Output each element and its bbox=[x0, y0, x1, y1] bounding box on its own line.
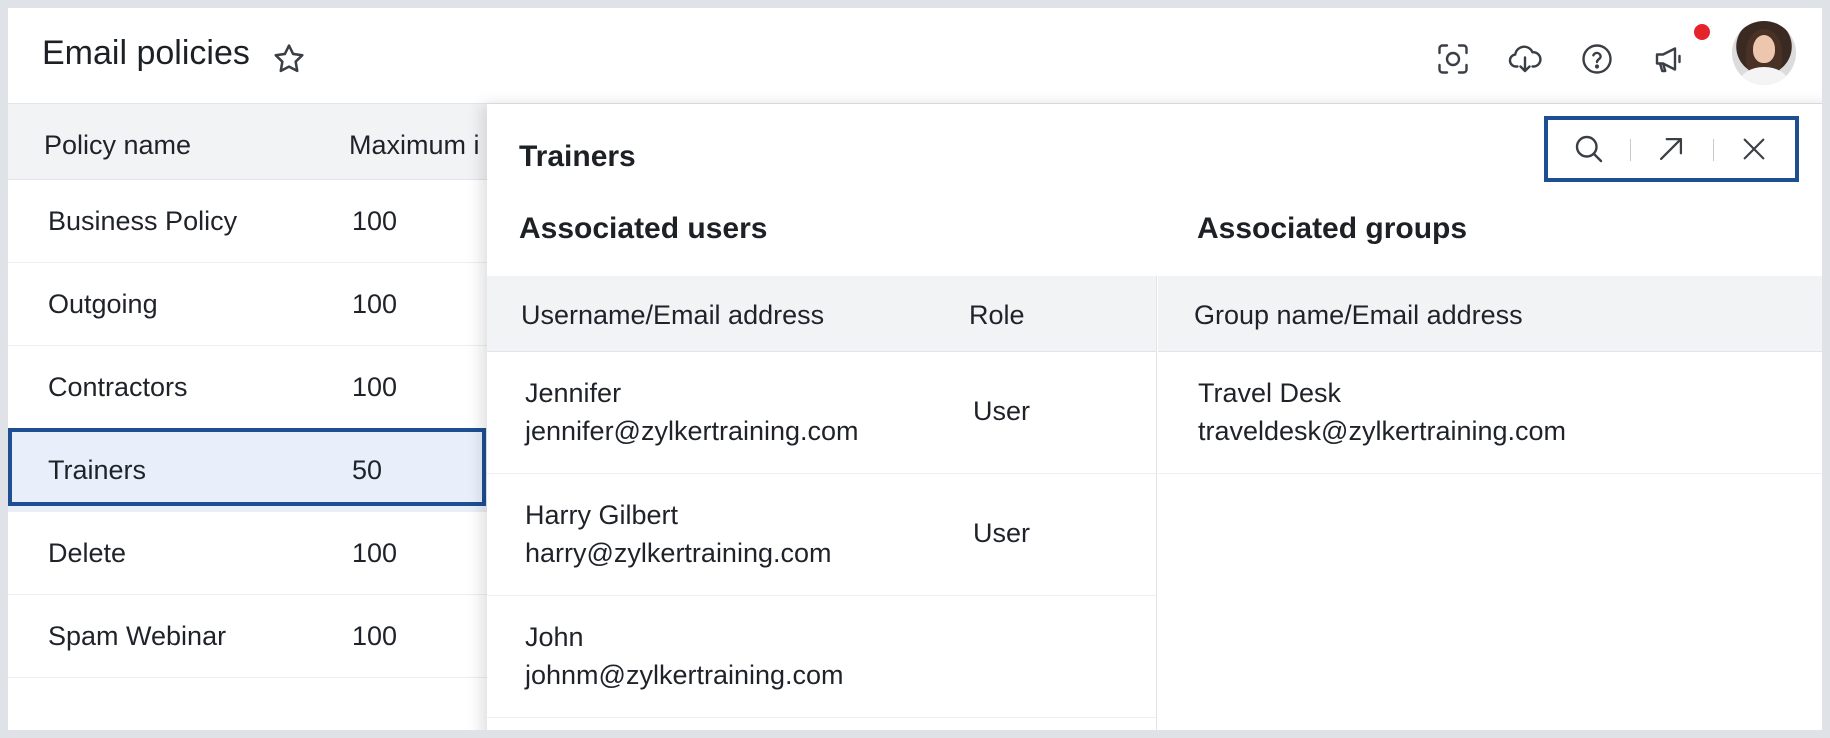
panel-title: Trainers bbox=[519, 140, 636, 173]
cloud-download-icon[interactable] bbox=[1504, 38, 1546, 80]
policy-row-spam-webinar[interactable]: Spam Webinar 100 bbox=[8, 595, 488, 678]
policies-table-header: Policy name Maximum i bbox=[8, 104, 488, 180]
policy-details-panel: Trainers Associated users Associated gro bbox=[487, 104, 1822, 730]
user-email: harry@zylkertraining.com bbox=[525, 538, 832, 568]
policy-row-contractors[interactable]: Contractors 100 bbox=[8, 346, 488, 429]
page-title: Email policies bbox=[42, 34, 250, 72]
policy-max: 100 bbox=[352, 206, 398, 236]
associated-groups-title: Associated groups bbox=[1197, 212, 1468, 245]
policy-row-business-policy[interactable]: Business Policy 100 bbox=[8, 180, 488, 263]
close-icon[interactable] bbox=[1712, 120, 1795, 178]
column-header-maximum[interactable]: Maximum i bbox=[349, 130, 480, 161]
notification-dot bbox=[1694, 24, 1710, 40]
avatar[interactable] bbox=[1732, 21, 1796, 85]
column-header-group-name: Group name/Email address bbox=[1194, 300, 1523, 330]
star-icon[interactable] bbox=[270, 40, 308, 78]
panel-toolbar bbox=[1544, 116, 1799, 182]
app-window: Email policies Policy name Maximum i Bus… bbox=[8, 8, 1822, 730]
group-name: Travel Desk bbox=[1198, 378, 1342, 408]
user-role: User bbox=[973, 518, 1031, 548]
policies-table: Policy name Maximum i Business Policy 10… bbox=[8, 104, 488, 678]
policy-max: 100 bbox=[352, 538, 398, 568]
policy-max: 100 bbox=[352, 621, 398, 651]
user-email: johnm@zylkertraining.com bbox=[525, 660, 844, 690]
search-icon[interactable] bbox=[1548, 120, 1630, 178]
associated-users-table: Username/Email address Role Jennifer jen… bbox=[487, 276, 1157, 730]
user-name: Harry Gilbert bbox=[525, 500, 679, 530]
screenshot-icon[interactable] bbox=[1432, 38, 1474, 80]
groups-table-header: Group name/Email address bbox=[1158, 276, 1822, 352]
user-name: John bbox=[525, 622, 584, 652]
column-header-role: Role bbox=[969, 300, 1025, 330]
associated-groups-table: Group name/Email address Travel Desk tra… bbox=[1158, 276, 1822, 730]
group-row[interactable]: Travel Desk traveldesk@zylkertraining.co… bbox=[1158, 352, 1822, 474]
announcement-icon[interactable] bbox=[1648, 38, 1690, 80]
policy-row-delete[interactable]: Delete 100 bbox=[8, 512, 488, 595]
user-row[interactable]: Jennifer jennifer@zylkertraining.com Use… bbox=[487, 352, 1156, 474]
user-name: Jennifer bbox=[525, 378, 622, 408]
expand-icon[interactable] bbox=[1630, 120, 1712, 178]
selected-row-highlight bbox=[8, 428, 486, 506]
column-header-username: Username/Email address bbox=[521, 300, 825, 330]
associated-users-title: Associated users bbox=[519, 212, 768, 245]
user-row[interactable]: Harry Gilbert harry@zylkertraining.com U… bbox=[487, 474, 1156, 596]
user-role: User bbox=[973, 396, 1031, 426]
page-header: Email policies bbox=[8, 8, 1822, 104]
policy-name: Contractors bbox=[48, 372, 188, 402]
policy-max: 100 bbox=[352, 372, 398, 402]
help-icon[interactable] bbox=[1576, 38, 1618, 80]
policy-row-outgoing[interactable]: Outgoing 100 bbox=[8, 263, 488, 346]
policy-name: Delete bbox=[48, 538, 127, 568]
policy-name: Spam Webinar bbox=[48, 621, 227, 651]
user-email: jennifer@zylkertraining.com bbox=[525, 416, 859, 446]
policy-name: Business Policy bbox=[48, 206, 238, 236]
group-email: traveldesk@zylkertraining.com bbox=[1198, 416, 1567, 446]
policy-name: Outgoing bbox=[48, 289, 158, 319]
users-table-header: Username/Email address Role bbox=[487, 276, 1156, 352]
column-header-policy-name[interactable]: Policy name bbox=[44, 130, 191, 161]
user-row[interactable]: John johnm@zylkertraining.com bbox=[487, 596, 1156, 718]
policy-max: 100 bbox=[352, 289, 398, 319]
